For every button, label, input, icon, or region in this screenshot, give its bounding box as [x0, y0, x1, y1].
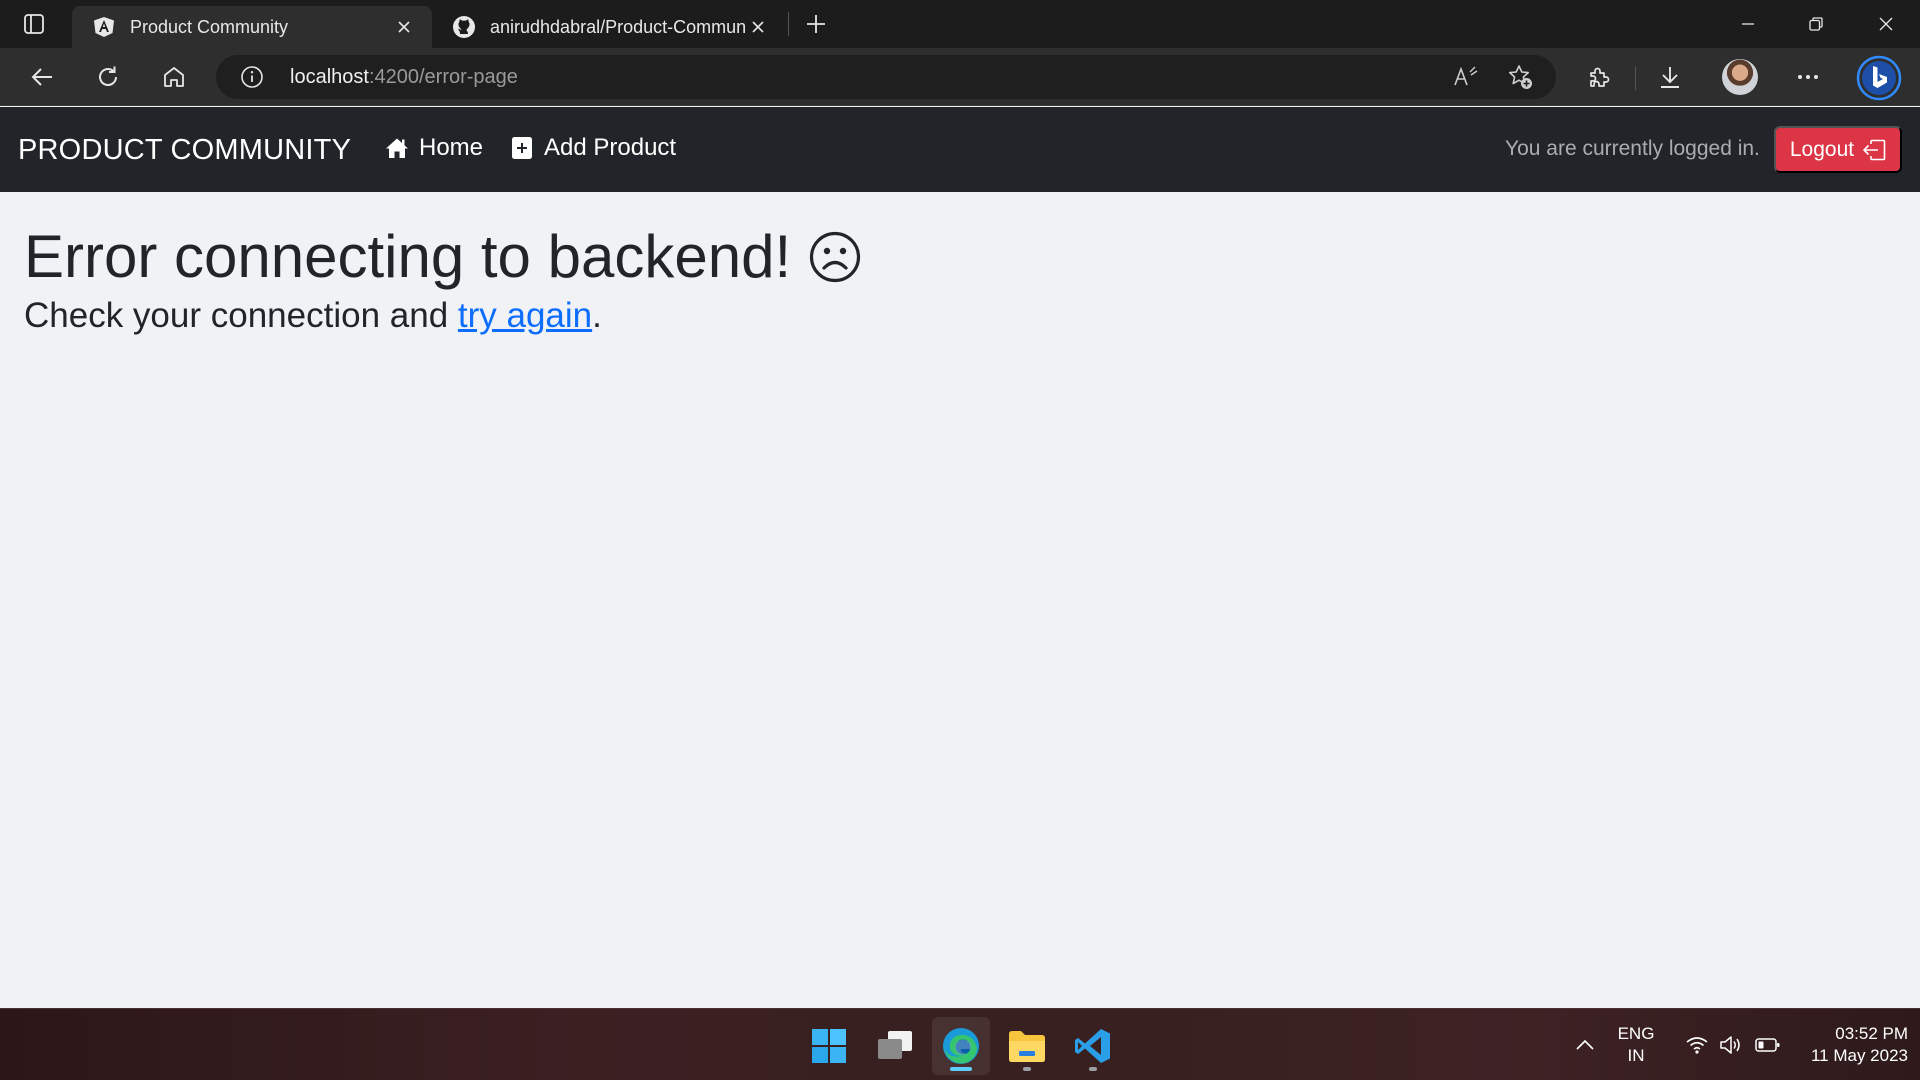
close-window-button[interactable]: [1852, 0, 1920, 48]
add-favorite-icon[interactable]: [1506, 63, 1534, 91]
nav-add-product-label: Add Product: [544, 134, 677, 161]
taskbar-running-indicator: [1089, 1067, 1097, 1071]
error-heading-text: Error connecting to backend!: [24, 223, 792, 290]
bing-icon: [1856, 55, 1902, 101]
logout-label: Logout: [1789, 137, 1855, 161]
windows-taskbar: ENG IN 03:52 PM 11 May 2023: [0, 1008, 1920, 1080]
plus-square-icon: [510, 136, 534, 160]
tab-close-icon[interactable]: [392, 15, 416, 39]
chevron-up-icon: [1576, 1039, 1594, 1050]
edge-icon: [943, 1028, 979, 1064]
tab-title: anirudhdabral/Product-Community: [490, 16, 746, 37]
url-text[interactable]: localhost:4200/error-page: [290, 66, 518, 89]
more-horizontal-icon: [1798, 75, 1818, 79]
volume-icon: [1720, 1036, 1740, 1054]
close-icon: [1879, 17, 1893, 31]
battery-icon: [1755, 1038, 1780, 1052]
puzzle-icon: [1590, 67, 1610, 87]
site-info-icon[interactable]: [240, 65, 264, 89]
github-icon: [452, 15, 476, 39]
browser-tab-product-community[interactable]: Product Community: [72, 6, 432, 48]
downloads-button[interactable]: [1650, 57, 1690, 97]
minimize-button[interactable]: [1714, 0, 1782, 48]
nav-home-label: Home: [419, 134, 484, 161]
start-button[interactable]: [800, 1017, 858, 1075]
language-code: ENG: [1617, 1024, 1655, 1043]
show-hidden-icons-button[interactable]: [1570, 1009, 1600, 1080]
task-view-icon: [878, 1031, 912, 1059]
restore-button[interactable]: [1782, 0, 1850, 48]
system-tray-status[interactable]: [1678, 1009, 1788, 1080]
windows-start-icon: [812, 1029, 846, 1063]
logout-button[interactable]: Logout: [1774, 126, 1902, 173]
back-button[interactable]: [22, 57, 62, 97]
task-view-button[interactable]: [866, 1017, 924, 1075]
bing-copilot-button[interactable]: [1856, 55, 1902, 101]
vscode-icon: [1075, 1029, 1110, 1063]
url-host: localhost: [290, 66, 369, 88]
taskbar-active-indicator: [950, 1067, 972, 1071]
address-bar[interactable]: localhost:4200/error-page: [216, 55, 1556, 99]
new-tab-button[interactable]: [800, 8, 832, 40]
navbar-brand[interactable]: PRODUCT COMMUNITY: [18, 134, 351, 167]
nav-add-product-link[interactable]: Add Product: [510, 134, 676, 162]
clock[interactable]: 03:52 PM 11 May 2023: [1784, 1009, 1908, 1080]
error-message-prefix: Check your connection and: [24, 296, 458, 335]
clock-date: 11 May 2023: [1810, 1046, 1908, 1065]
read-aloud-icon[interactable]: [1452, 63, 1480, 91]
url-path: :4200/error-page: [368, 66, 518, 88]
tab-actions-button[interactable]: [14, 8, 54, 40]
app-navbar: PRODUCT COMMUNITY Home Add Product You a…: [0, 107, 1920, 192]
clock-time: 03:52 PM: [1835, 1024, 1908, 1043]
try-again-link[interactable]: try again: [458, 296, 592, 335]
arrow-left-icon: [31, 68, 52, 86]
tab-separator: [788, 12, 789, 36]
language-indicator[interactable]: ENG IN: [1606, 1009, 1666, 1080]
toolbar-separator: [1635, 66, 1636, 90]
taskbar-vscode[interactable]: [1064, 1017, 1122, 1075]
file-explorer-icon: [1009, 1031, 1045, 1062]
settings-more-button[interactable]: [1788, 57, 1828, 97]
download-icon: [1661, 67, 1679, 88]
error-message-suffix: .: [592, 296, 602, 335]
box-arrow-left-icon: [1862, 139, 1886, 160]
extensions-button[interactable]: [1579, 57, 1619, 97]
refresh-button[interactable]: [88, 57, 128, 97]
tab-title: Product Community: [130, 16, 289, 37]
minimize-icon: [1742, 23, 1754, 25]
frown-face-icon: [810, 231, 861, 282]
restore-icon: [1809, 17, 1823, 31]
browser-tab-strip: Product Community anirudhdabral/Product-…: [0, 0, 1920, 48]
plus-icon: [807, 15, 825, 33]
taskbar-edge[interactable]: [932, 1017, 990, 1075]
error-heading: Error connecting to backend!: [24, 222, 861, 291]
browser-tab-github[interactable]: anirudhdabral/Product-Community: [432, 6, 786, 48]
angular-icon: [92, 15, 116, 39]
home-button[interactable]: [154, 57, 194, 97]
house-icon: [385, 136, 409, 160]
nav-home-link[interactable]: Home: [385, 134, 483, 162]
taskbar-running-indicator: [1023, 1067, 1031, 1071]
wifi-icon: [1686, 1037, 1708, 1054]
profile-avatar[interactable]: [1722, 59, 1758, 95]
error-message: Check your connection and try again.: [24, 296, 602, 336]
tab-close-icon[interactable]: [746, 15, 770, 39]
taskbar-file-explorer[interactable]: [998, 1017, 1056, 1075]
tab-actions-icon: [24, 14, 44, 34]
login-status-text: You are currently logged in.: [1505, 137, 1760, 160]
home-icon: [164, 67, 184, 87]
refresh-icon: [99, 66, 117, 86]
browser-toolbar: localhost:4200/error-page: [0, 48, 1920, 106]
region-code: IN: [1627, 1046, 1645, 1065]
